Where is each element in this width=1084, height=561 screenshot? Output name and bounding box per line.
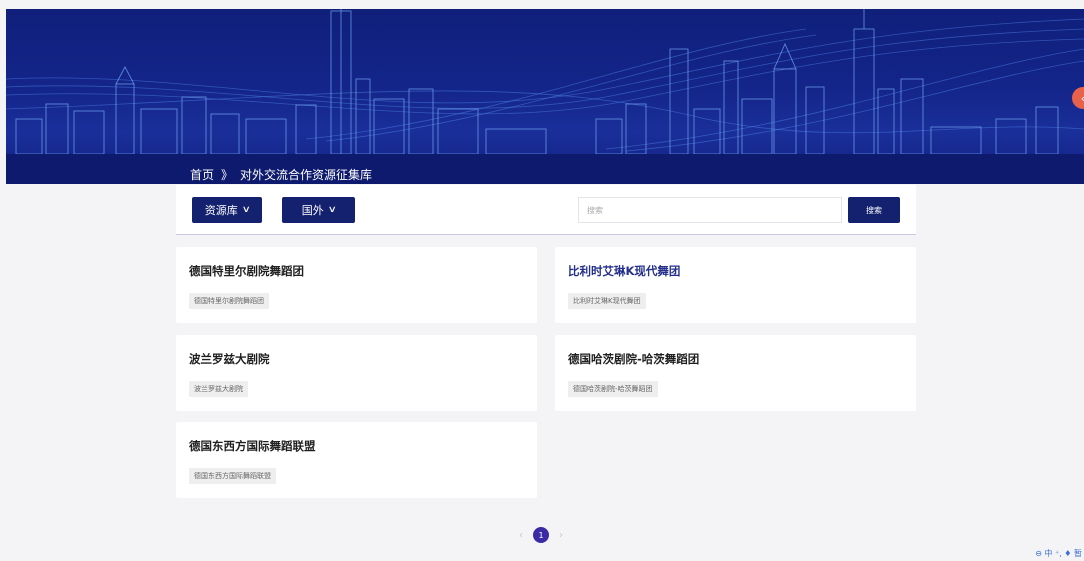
resource-card[interactable]: 德国东西方国际舞蹈联盟 德国东西方国际舞蹈联盟 [176, 422, 537, 498]
resource-card[interactable]: 波兰罗兹大剧院 波兰罗兹大剧院 [176, 335, 537, 411]
card-tag: 德国东西方国际舞蹈联盟 [189, 468, 276, 484]
chevron-down-icon: ∨ [241, 205, 251, 215]
resource-card[interactable]: 比利时艾琳K现代舞团 比利时艾琳K现代舞团 [555, 247, 916, 323]
card-title[interactable]: 比利时艾琳K现代舞团 [568, 263, 680, 279]
card-title[interactable]: 德国东西方国际舞蹈联盟 [189, 438, 316, 454]
library-dropdown-label: 资源库 [204, 204, 238, 217]
card-title[interactable]: 波兰罗兹大剧院 [189, 351, 270, 367]
breadcrumb-current: 对外交流合作资源征集库 [240, 167, 373, 182]
prev-page-button[interactable]: ‹ [519, 530, 523, 541]
card-title[interactable]: 德国特里尔剧院舞蹈团 [189, 263, 304, 279]
card-title[interactable]: 德国哈茨剧院-哈茨舞蹈团 [568, 351, 699, 367]
next-page-button[interactable]: › [559, 530, 563, 541]
city-skyline-illustration [6, 9, 1084, 154]
breadcrumb-home-link[interactable]: 首页 [190, 166, 214, 183]
breadcrumb: 首页 》 对外交流合作资源征集库 [6, 154, 1084, 184]
resource-card[interactable]: 德国哈茨剧院-哈茨舞蹈团 德国哈茨剧院-哈茨舞蹈团 [555, 335, 916, 411]
header-banner: 首页 》 对外交流合作资源征集库 ‹ [6, 9, 1084, 184]
region-dropdown-label: 国外 [301, 204, 324, 217]
resource-card[interactable]: 德国特里尔剧院舞蹈团 德国特里尔剧院舞蹈团 [176, 247, 537, 323]
card-tag: 波兰罗兹大剧院 [189, 381, 248, 397]
corner-toolbar[interactable]: ⊖ 中 ⁺, ♦ 暂 [1035, 548, 1082, 559]
card-tag: 德国特里尔剧院舞蹈团 [189, 293, 269, 309]
pagination: ‹ 1 › [519, 527, 563, 543]
corner-toolbar-label: ⊖ 中 ⁺, ♦ 暂 [1035, 549, 1082, 558]
region-dropdown[interactable]: 国外 ∨ [282, 197, 355, 223]
card-tag: 比利时艾琳K现代舞团 [568, 293, 646, 309]
search-input[interactable] [578, 197, 842, 223]
chevron-down-icon: ∨ [327, 205, 337, 215]
page-number-current[interactable]: 1 [533, 527, 549, 543]
breadcrumb-separator: 》 [221, 167, 234, 182]
filter-toolbar: 资源库 ∨ 国外 ∨ 搜索 [176, 185, 916, 235]
search-button[interactable]: 搜索 [848, 197, 900, 223]
card-tag: 德国哈茨剧院-哈茨舞蹈团 [568, 381, 658, 397]
library-dropdown[interactable]: 资源库 ∨ [192, 197, 262, 223]
